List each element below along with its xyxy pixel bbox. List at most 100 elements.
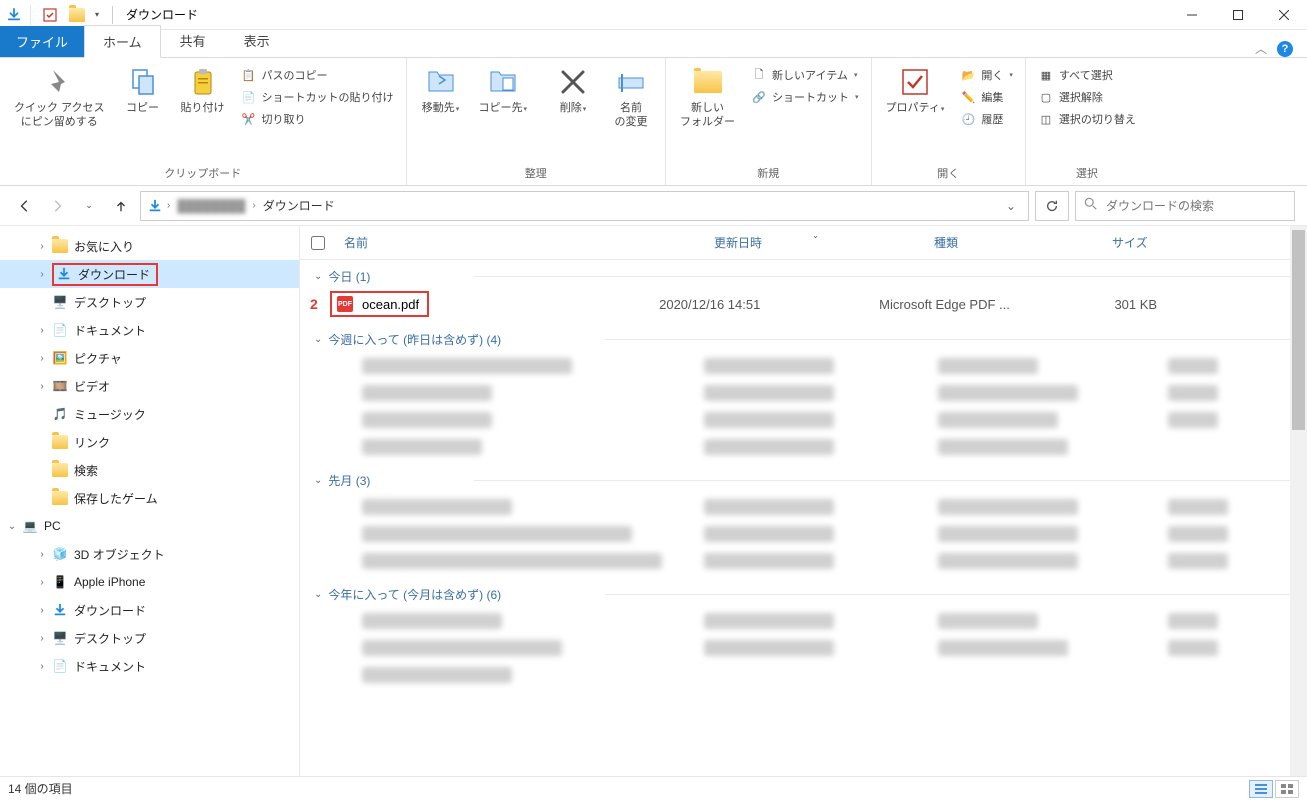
select-all-button[interactable]: ▦すべて選択 <box>1032 64 1142 86</box>
close-button[interactable] <box>1261 0 1307 30</box>
help-icon[interactable]: ? <box>1277 41 1293 57</box>
qat-dropdown-icon[interactable]: ▾ <box>95 10 99 19</box>
window-title: ダウンロード <box>126 6 198 23</box>
group-thisyear[interactable]: ⌄今年に入って (今月は含めず) (6) <box>300 582 515 607</box>
group-lastmonth[interactable]: ⌄先月 (3) <box>300 468 384 493</box>
newitem-icon: 🗋 <box>751 67 767 83</box>
properties-button[interactable]: プロパティ▾ <box>878 62 953 120</box>
file-row-blurred[interactable] <box>300 493 1307 520</box>
nav-forward-button[interactable] <box>44 193 70 219</box>
file-row-blurred[interactable] <box>300 406 1307 433</box>
tree-savedgames[interactable]: 保存したゲーム <box>0 484 299 512</box>
history-button[interactable]: 🕘履歴 <box>954 108 1019 130</box>
address-dropdown-icon[interactable]: ⌄ <box>1000 199 1022 213</box>
qat-folder-icon[interactable] <box>66 4 88 26</box>
view-details-button[interactable] <box>1249 780 1273 798</box>
select-none-button[interactable]: ▢選択解除 <box>1032 86 1142 108</box>
column-type[interactable]: 種類 <box>926 234 1104 251</box>
newitem-button[interactable]: 🗋新しいアイテム ▾ <box>745 64 865 86</box>
nav-recent-button[interactable]: ⌄ <box>76 193 102 219</box>
tree-search[interactable]: 検索 <box>0 456 299 484</box>
selectinvert-icon: ◫ <box>1038 111 1054 127</box>
breadcrumb-download-icon <box>147 198 163 214</box>
column-name[interactable]: 名前 <box>336 234 706 251</box>
file-row-blurred[interactable] <box>300 352 1307 379</box>
tree-downloads[interactable]: 1 › ダウンロード <box>0 260 299 288</box>
ribbon-collapse-icon[interactable]: ︿ <box>1255 40 1267 57</box>
file-row-blurred[interactable] <box>300 547 1307 574</box>
newfolder-icon <box>692 66 724 98</box>
copy-button[interactable]: コピー <box>115 62 171 120</box>
tree-favorites[interactable]: ›お気に入り <box>0 232 299 260</box>
rename-button[interactable]: 名前 の変更 <box>603 62 659 134</box>
cut-button[interactable]: ✂️切り取り <box>235 108 400 130</box>
tree-desktop[interactable]: 🖥️デスクトップ <box>0 288 299 316</box>
file-row-blurred[interactable] <box>300 379 1307 406</box>
tab-home[interactable]: ホーム <box>84 25 161 58</box>
address-box[interactable]: › ████████ › ダウンロード ⌄ <box>140 191 1029 221</box>
column-date[interactable]: ⌄更新日時 <box>706 234 926 251</box>
select-invert-button[interactable]: ◫選択の切り替え <box>1032 108 1142 130</box>
nav-up-button[interactable] <box>108 193 134 219</box>
breadcrumb-hidden[interactable]: ████████ <box>174 199 248 213</box>
tree-pictures[interactable]: ›🖼️ピクチャ <box>0 344 299 372</box>
group-new-label: 新規 <box>757 162 779 185</box>
copyto-button[interactable]: コピー先▾ <box>471 62 536 120</box>
search-box[interactable] <box>1075 191 1295 221</box>
rename-icon <box>615 66 647 98</box>
tab-view[interactable]: 表示 <box>225 24 289 57</box>
nav-back-button[interactable] <box>12 193 38 219</box>
tree-iphone[interactable]: ›📱Apple iPhone <box>0 568 299 596</box>
tab-file[interactable]: ファイル <box>0 26 84 57</box>
edit-button[interactable]: ✏️編集 <box>954 86 1019 108</box>
file-row-blurred[interactable] <box>300 433 1307 460</box>
tree-documents2[interactable]: ›📄ドキュメント <box>0 652 299 680</box>
chevron-down-icon: ⌄ <box>314 334 322 345</box>
tree-downloads2[interactable]: ›ダウンロード <box>0 596 299 624</box>
open-button[interactable]: 📂開く ▾ <box>954 64 1019 86</box>
qat-properties-icon[interactable] <box>39 4 61 26</box>
pin-to-quickaccess-button[interactable]: クイック アクセス にピン留めする <box>6 62 113 134</box>
group-thisweek[interactable]: ⌄今週に入って (昨日は含めず) (4) <box>300 327 515 352</box>
file-row-blurred[interactable] <box>300 634 1307 661</box>
file-row[interactable]: 2 PDF ocean.pdf 2020/12/16 14:51 Microso… <box>300 289 1307 319</box>
group-clipboard-label: クリップボード <box>164 162 241 185</box>
scrollbar[interactable] <box>1290 226 1307 776</box>
column-size[interactable]: サイズ <box>1104 234 1204 251</box>
tree-links[interactable]: リンク <box>0 428 299 456</box>
cut-icon: ✂️ <box>241 111 257 127</box>
refresh-button[interactable] <box>1035 191 1069 221</box>
tree-desktop2[interactable]: ›🖥️デスクトップ <box>0 624 299 652</box>
delete-button[interactable]: 削除▾ <box>545 62 601 120</box>
breadcrumb-sep-icon[interactable]: › <box>167 200 170 211</box>
file-row-blurred[interactable] <box>300 520 1307 547</box>
file-date: 2020/12/16 14:51 <box>659 297 879 312</box>
view-large-button[interactable] <box>1275 780 1299 798</box>
paste-button[interactable]: 貼り付け <box>173 62 233 120</box>
copy-path-button[interactable]: 📋パスのコピー <box>235 64 400 86</box>
file-size: 301 KB <box>1061 297 1157 312</box>
breadcrumb-sep-icon[interactable]: › <box>252 200 255 211</box>
tree-pc[interactable]: ⌄💻PC <box>0 512 299 540</box>
tab-share[interactable]: 共有 <box>161 24 225 57</box>
tree-music[interactable]: 🎵ミュージック <box>0 400 299 428</box>
paste-shortcut-button[interactable]: 📄ショートカットの貼り付け <box>235 86 400 108</box>
file-row-blurred[interactable] <box>300 661 1307 688</box>
minimize-button[interactable] <box>1169 0 1215 30</box>
group-today[interactable]: ⌄今日 (1) <box>300 264 384 289</box>
breadcrumb-current[interactable]: ダウンロード <box>260 197 338 214</box>
select-all-checkbox[interactable] <box>311 236 325 250</box>
tree-3dobjects[interactable]: ›🧊3D オブジェクト <box>0 540 299 568</box>
ribbon: クイック アクセス にピン留めする コピー 貼り付け 📋パスのコピー 📄ショート… <box>0 58 1307 186</box>
copy-icon <box>127 66 159 98</box>
maximize-button[interactable] <box>1215 0 1261 30</box>
scrollbar-thumb[interactable] <box>1292 230 1305 430</box>
shortcut-button[interactable]: 🔗ショートカット ▾ <box>745 86 865 108</box>
newfolder-button[interactable]: 新しい フォルダー <box>672 62 743 134</box>
tree-videos[interactable]: ›🎞️ビデオ <box>0 372 299 400</box>
tree-documents[interactable]: ›📄ドキュメント <box>0 316 299 344</box>
search-input[interactable] <box>1106 199 1286 213</box>
moveto-button[interactable]: 移動先▾ <box>413 62 469 120</box>
file-row-blurred[interactable] <box>300 607 1307 634</box>
folder-icon <box>52 462 68 478</box>
